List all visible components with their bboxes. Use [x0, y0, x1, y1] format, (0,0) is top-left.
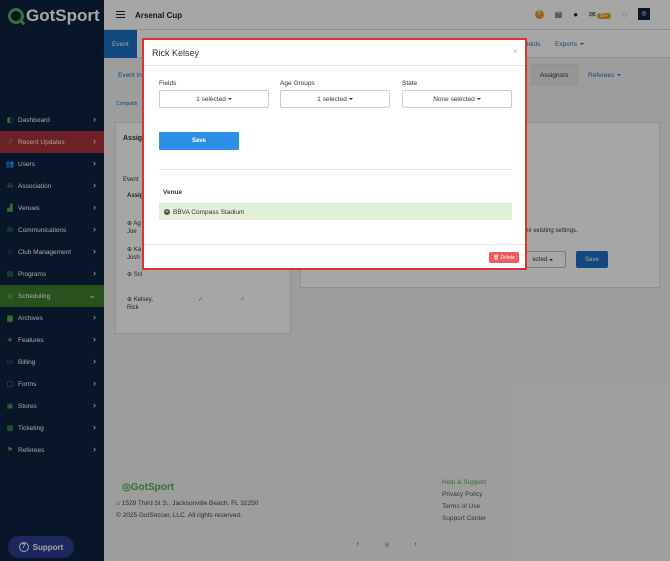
venue-header: Venue	[163, 189, 183, 196]
chevron-down-icon	[348, 98, 353, 100]
save-button[interactable]: Save	[159, 132, 239, 150]
state-select[interactable]: None selected	[402, 90, 512, 108]
age-groups-label: Age Groups	[280, 80, 315, 87]
modal-title: Rick Kelsey	[152, 48, 200, 58]
assignor-modal: Rick Kelsey × Fields 1 selected Age Grou…	[142, 38, 527, 270]
modal-header: Rick Kelsey ×	[144, 40, 524, 66]
divider	[159, 169, 512, 170]
state-label: State	[402, 80, 418, 87]
chevron-down-icon	[227, 98, 232, 100]
delete-button[interactable]: 🗑 Delete	[489, 252, 519, 263]
age-groups-select[interactable]: 1 selected	[280, 90, 390, 108]
trash-icon: 🗑	[493, 254, 500, 261]
venue-row[interactable]: + BBVA Compass Stadium	[159, 203, 512, 220]
close-icon[interactable]: ×	[513, 46, 518, 56]
fields-select[interactable]: 1 selected	[159, 90, 269, 108]
chevron-down-icon	[476, 98, 481, 100]
fields-label: Fields	[159, 80, 177, 87]
add-icon[interactable]: +	[164, 209, 170, 215]
modal-footer-divider	[144, 244, 524, 245]
